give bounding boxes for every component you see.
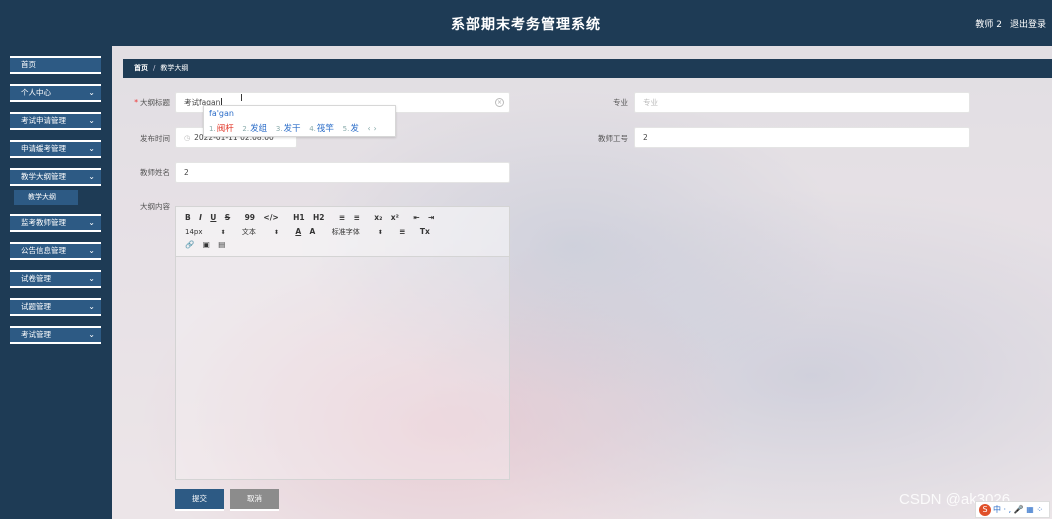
chevron-down-icon: ⌄ (88, 218, 95, 227)
strike-button[interactable]: S (225, 213, 230, 222)
editor-content-area[interactable] (176, 258, 509, 480)
sidebar-item-label: 试题管理 (21, 302, 51, 311)
sidebar-item-personal[interactable]: 个人中心 ⌄ (10, 84, 101, 102)
main-content: 首页 / 教学大纲 * 大纲标题 考试fagan × I fa'gan 1.阀杆 2.… (112, 46, 1052, 519)
ime-candidate[interactable]: 3.发干 (276, 124, 301, 134)
sidebar-item-deferral[interactable]: 申请缓考管理 ⌄ (10, 140, 101, 158)
sidebar-item-label: 个人中心 (21, 88, 51, 97)
text-cursor-icon: I (240, 93, 243, 104)
sidebar-item-questions[interactable]: 试题管理 ⌄ (10, 298, 101, 316)
content-label: 大纲内容 (140, 202, 170, 211)
video-icon[interactable]: ▤ (218, 240, 225, 249)
app-title: 系部期末考务管理系统 (451, 17, 601, 33)
bullet-list-button[interactable]: ≡ (354, 213, 360, 222)
major-placeholder: 专业 (643, 98, 658, 107)
link-icon[interactable]: 🔗 (185, 240, 194, 249)
font-color-button[interactable]: A (295, 227, 301, 236)
indent-button[interactable]: ⇥ (428, 213, 434, 222)
sidebar-item-label: 试卷管理 (21, 274, 51, 283)
editor-toolbar: B I U S 99 </> H1 H2 ≡ ≡ x₂ x² ⇤ ⇥ 14px ⬍ (176, 207, 509, 257)
code-button[interactable]: </> (263, 213, 278, 222)
caret-icon: ⬍ (273, 229, 279, 236)
breadcrumb-current: 教学大纲 (160, 64, 189, 72)
underline-button[interactable]: U (210, 213, 216, 222)
background-color-button[interactable]: A (310, 227, 316, 236)
teacher-no-input[interactable]: 2 (634, 127, 970, 148)
logout-link[interactable]: 退出登录 (1010, 17, 1046, 30)
sidebar-item-syllabus[interactable]: 教学大纲管理 ⌄ (10, 168, 101, 186)
chevron-down-icon: ⌄ (88, 274, 95, 283)
ime-pinyin: fa'gan (209, 109, 234, 118)
title-label: * 大纲标题 (134, 98, 170, 107)
subscript-button[interactable]: x₂ (374, 213, 382, 222)
sidebar-item-label: 首页 (21, 60, 36, 69)
cancel-button[interactable]: 取消 (230, 489, 279, 511)
rich-text-editor: B I U S 99 </> H1 H2 ≡ ≡ x₂ x² ⇤ ⇥ 14px ⬍ (175, 206, 510, 480)
chevron-down-icon: ⌄ (88, 246, 95, 255)
image-icon[interactable]: ▣ (203, 240, 210, 249)
ime-candidate[interactable]: 5.发 (343, 124, 359, 134)
ime-candidate[interactable]: 2.发组 (242, 124, 267, 134)
sidebar-item-label: 申请缓考管理 (21, 144, 66, 153)
sidebar-item-label: 监考教师管理 (21, 218, 66, 227)
chevron-down-icon: ⌄ (88, 302, 95, 311)
chevron-down-icon: ⌄ (88, 116, 95, 125)
sidebar-item-label: 教学大纲管理 (21, 172, 66, 181)
clean-format-button[interactable]: Tx (420, 227, 430, 236)
clear-icon[interactable]: × (495, 98, 504, 107)
sidebar-subitem-syllabus[interactable]: 教学大纲 (14, 190, 78, 205)
required-marker: * (134, 98, 138, 107)
breadcrumb-separator: / (153, 64, 156, 72)
breadcrumb-home[interactable]: 首页 (134, 64, 148, 72)
sidebar: 首页 个人中心 ⌄ 考试申请管理 ⌄ 申请缓考管理 ⌄ 教学大纲管理 ⌄ 教学大纲 监考… (0, 46, 112, 519)
teacher-no-label: 教师工号 (598, 134, 628, 143)
sidebar-item-label: 公告信息管理 (21, 246, 66, 255)
h2-button[interactable]: H2 (313, 213, 325, 222)
date-label: 发布时间 (140, 134, 170, 143)
major-label: 专业 (613, 98, 628, 107)
sidebar-item-label: 考试管理 (21, 330, 51, 339)
current-user: 教师 2 (975, 20, 1002, 30)
sidebar-item-exam-application[interactable]: 考试申请管理 ⌄ (10, 112, 101, 130)
blockquote-button[interactable]: 99 (245, 213, 255, 222)
ime-next-icon[interactable]: › (373, 124, 376, 133)
font-family-select[interactable]: 标准字体 ⬍ (332, 227, 383, 237)
sidebar-item-exams[interactable]: 考试管理 ⌄ (10, 326, 101, 344)
ime-candidate[interactable]: 1.阀杆 (209, 124, 234, 134)
font-size-select[interactable]: 14px ⬍ (185, 228, 226, 236)
major-input[interactable]: 专业 (634, 92, 970, 113)
ime-status-bar[interactable]: S中 · , 🎤 ▦ ⁘ (975, 501, 1050, 518)
sidebar-item-home[interactable]: 首页 (10, 56, 101, 74)
teacher-name-input[interactable]: 2 (175, 162, 510, 183)
breadcrumb: 首页 / 教学大纲 (123, 59, 1052, 78)
caret-icon: ⬍ (220, 229, 226, 236)
sidebar-item-papers[interactable]: 试卷管理 ⌄ (10, 270, 101, 288)
calendar-icon: ◷ (184, 134, 191, 142)
sogou-logo-icon: S (979, 504, 991, 516)
submit-button[interactable]: 提交 (175, 489, 224, 511)
outdent-button[interactable]: ⇤ (413, 213, 419, 222)
italic-button[interactable]: I (199, 213, 202, 222)
bold-button[interactable]: B (185, 213, 191, 222)
sidebar-item-label: 考试申请管理 (21, 116, 66, 125)
header-select[interactable]: 文本 ⬍ (242, 227, 279, 237)
teacher-name-label: 教师姓名 (140, 168, 170, 177)
align-button[interactable]: ≡ (399, 227, 405, 236)
caret-icon: ⬍ (377, 229, 383, 236)
ime-candidate[interactable]: 4.筏竿 (309, 124, 334, 134)
sidebar-item-announcement[interactable]: 公告信息管理 ⌄ (10, 242, 101, 260)
chevron-down-icon: ⌄ (88, 330, 95, 339)
ime-candidate-popup[interactable]: fa'gan 1.阀杆 2.发组 3.发干 4.筏竿 5.发 ‹ › (203, 105, 396, 137)
chevron-down-icon: ⌄ (88, 172, 95, 181)
header-bar: 系部期末考务管理系统 教师 2 退出登录 (0, 0, 1052, 46)
ordered-list-button[interactable]: ≡ (339, 213, 345, 222)
ime-status-icons: 中 · , 🎤 ▦ ⁘ (993, 505, 1044, 514)
chevron-down-icon: ⌄ (88, 144, 95, 153)
superscript-button[interactable]: x² (391, 213, 399, 222)
sidebar-item-invigilator[interactable]: 监考教师管理 ⌄ (10, 214, 101, 232)
chevron-down-icon: ⌄ (88, 88, 95, 97)
h1-button[interactable]: H1 (293, 213, 305, 222)
ime-prev-icon[interactable]: ‹ (368, 124, 371, 133)
